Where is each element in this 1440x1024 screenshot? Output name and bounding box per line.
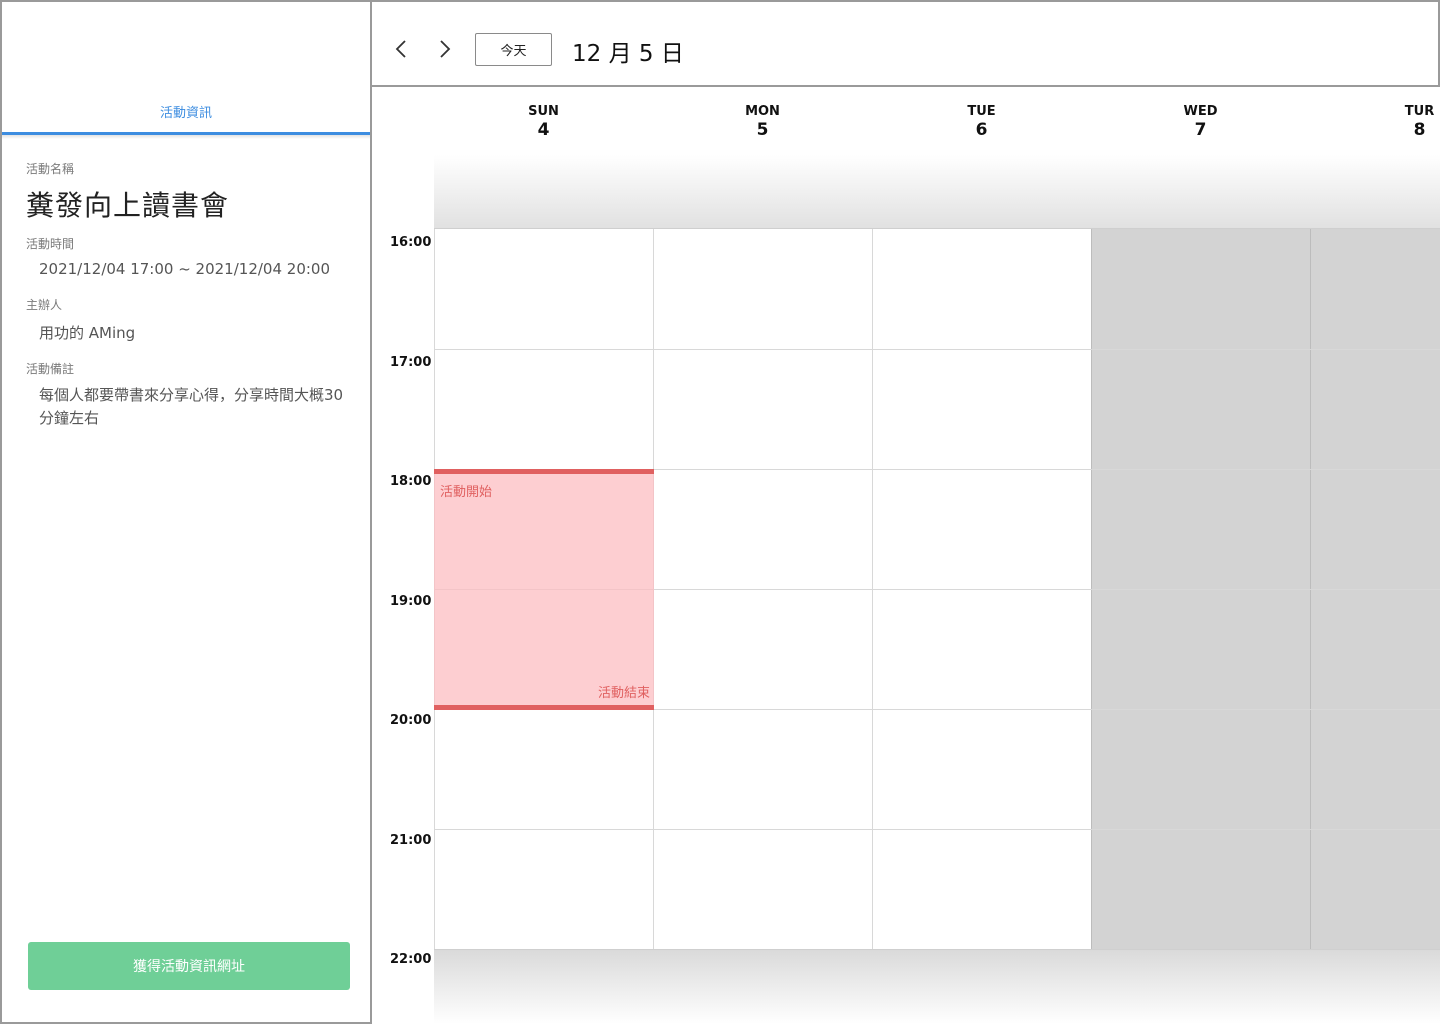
time-label: 22:00 xyxy=(390,952,432,967)
event-start-label: 活動開始 xyxy=(440,485,493,500)
day-name: MON xyxy=(745,104,780,119)
event-host-value: 用功的 AMing xyxy=(39,324,136,342)
day-header-tur[interactable]: TUR 8 xyxy=(1310,104,1440,140)
time-label: 16:00 xyxy=(390,235,432,250)
time-label: 20:00 xyxy=(390,713,432,728)
day-header-mon[interactable]: MON 5 xyxy=(653,104,872,140)
day-name: SUN xyxy=(528,104,559,119)
prev-week-button[interactable] xyxy=(386,32,416,66)
event-note-label: 活動備註 xyxy=(26,362,75,376)
get-event-url-button[interactable]: 獲得活動資訊網址 xyxy=(28,942,350,990)
event-block[interactable]: 活動開始 活動結束 xyxy=(434,469,654,710)
day-header-sun[interactable]: SUN 4 xyxy=(434,104,653,140)
day-name: TUR xyxy=(1404,104,1435,119)
time-label: 19:00 xyxy=(390,594,432,609)
time-label: 18:00 xyxy=(390,474,432,489)
calendar-toolbar: 今天 12 月 5 日 xyxy=(372,0,1440,87)
day-number: 7 xyxy=(1194,120,1207,140)
event-name-value: 糞發向上讀書會 xyxy=(26,189,230,222)
hour-line xyxy=(434,349,1440,350)
tab-bar-shadow xyxy=(2,135,370,139)
chevron-left-icon xyxy=(386,40,416,58)
event-name-label: 活動名稱 xyxy=(26,162,75,176)
chevron-right-icon xyxy=(430,40,460,58)
today-button[interactable]: 今天 xyxy=(475,33,552,66)
day-header-tue[interactable]: TUE 6 xyxy=(872,104,1091,140)
event-note-value: 每個人都要帶書來分享心得，分享時間大概30分鐘左右 xyxy=(39,386,344,427)
event-host-label: 主辦人 xyxy=(26,298,63,312)
day-number: 6 xyxy=(975,120,988,140)
out-of-range-bottom xyxy=(434,949,1440,1024)
day-number: 5 xyxy=(756,120,769,140)
out-of-range-top xyxy=(434,155,1440,229)
tab-event-info[interactable]: 活動資訊 xyxy=(2,102,370,121)
event-info-panel: 活動資訊 活動名稱 糞發向上讀書會 活動時間 2021/12/04 17:00 … xyxy=(0,0,372,1024)
day-name: WED xyxy=(1183,104,1218,119)
next-week-button[interactable] xyxy=(430,32,460,66)
event-time-value: 2021/12/04 17:00 ~ 2021/12/04 20:00 xyxy=(39,260,331,278)
event-end-label: 活動結束 xyxy=(597,686,650,701)
event-time-label: 活動時間 xyxy=(26,237,75,251)
day-header-wed[interactable]: WED 7 xyxy=(1091,104,1310,140)
time-label: 21:00 xyxy=(390,833,432,848)
week-calendar: SUN 4 MON 5 TUE 6 WED 7 TUR 8 16:00 17:0… xyxy=(372,87,1440,1024)
hour-line xyxy=(434,829,1440,830)
day-name: TUE xyxy=(967,104,996,119)
time-label: 17:00 xyxy=(390,355,432,370)
day-number: 8 xyxy=(1413,120,1426,140)
day-number: 4 xyxy=(537,120,550,140)
current-date-title: 12 月 5 日 xyxy=(572,41,684,67)
tab-bar: 活動資訊 xyxy=(2,2,370,139)
